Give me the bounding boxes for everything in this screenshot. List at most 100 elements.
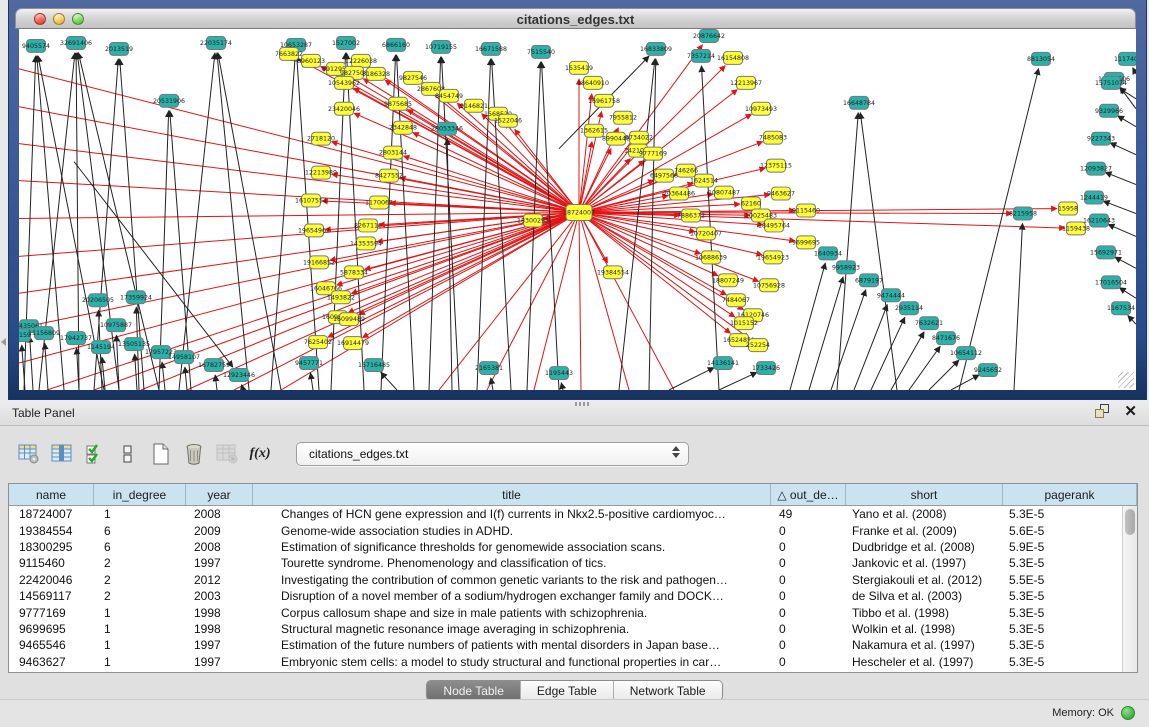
graph-edge[interactable] <box>359 212 579 314</box>
vertical-scrollbar[interactable] <box>1122 506 1137 672</box>
graph-node[interactable]: 1362615 <box>580 124 608 137</box>
table-settings-icon[interactable] <box>14 440 44 468</box>
column-header[interactable]: pagerank <box>1003 484 1137 505</box>
graph-node[interactable]: 7357214 <box>687 49 715 62</box>
graph-node[interactable]: 9329966 <box>1095 104 1123 117</box>
graph-node[interactable]: 15692971 <box>1090 246 1122 259</box>
graph-edge[interactable] <box>218 53 281 390</box>
graph-node[interactable]: 16107554 <box>295 194 327 207</box>
graph-node[interactable]: 1145194 <box>87 341 115 354</box>
graph-node[interactable]: 19166852 <box>303 256 335 269</box>
column-header[interactable]: in_degree <box>94 484 186 505</box>
graph-edge[interactable] <box>790 263 825 390</box>
graph-edge[interactable] <box>871 317 905 390</box>
graph-node[interactable]: 6879197 <box>855 274 883 287</box>
graph-node[interactable]: 62160 <box>741 197 761 210</box>
graph-edge[interactable] <box>831 290 866 390</box>
graph-node[interactable]: 1624514 <box>690 174 718 187</box>
graph-edge[interactable] <box>1103 201 1136 213</box>
graph-edge[interactable] <box>179 53 215 390</box>
graph-node[interactable]: 7484067 <box>722 294 750 307</box>
graph-node[interactable]: 9457771 <box>295 357 323 370</box>
graph-node[interactable]: 12923446 <box>223 369 255 382</box>
graph-node[interactable]: 10719155 <box>425 40 457 53</box>
graph-node[interactable]: 8215958 <box>1009 207 1037 220</box>
graph-node[interactable]: 9146821 <box>460 99 488 112</box>
graph-edge[interactable] <box>860 113 897 390</box>
graph-node[interactable]: 8813054 <box>1027 52 1055 65</box>
graph-node[interactable]: 22035174 <box>200 36 232 49</box>
column-header[interactable]: title <box>253 484 771 505</box>
graph-node[interactable]: 7632621 <box>915 317 943 330</box>
graph-node[interactable]: 14136141 <box>707 357 739 370</box>
graph-node[interactable]: 1535419 <box>565 61 593 74</box>
graph-node[interactable]: 9405574 <box>22 39 50 52</box>
graph-node[interactable]: 7625402 <box>304 336 332 349</box>
graph-edge[interactable] <box>78 53 159 390</box>
float-panel-icon[interactable] <box>1095 404 1110 419</box>
graph-node[interactable]: 1015152 <box>730 317 758 330</box>
close-panel-icon[interactable]: ✕ <box>1124 404 1137 419</box>
network-view-window[interactable]: citations_edges.txt 18724007940557432691… <box>8 0 1147 400</box>
graph-edge[interactable] <box>719 372 757 390</box>
graph-node[interactable]: 32691406 <box>60 36 92 49</box>
select-columns-icon[interactable] <box>47 440 77 468</box>
graph-node[interactable]: 1167534 <box>1107 302 1135 315</box>
graph-edge[interactable] <box>1118 116 1136 127</box>
graph-edge[interactable] <box>1014 223 1022 390</box>
graph-node[interactable]: 20531906 <box>153 94 185 107</box>
graph-node[interactable]: 1527002 <box>332 36 360 49</box>
graph-node[interactable]: 5878334 <box>340 266 368 279</box>
graph-node[interactable]: 2013519 <box>105 42 133 55</box>
tab-node-table[interactable]: Node Table <box>427 681 521 700</box>
canvas-resize-grip[interactable] <box>1118 372 1134 388</box>
graph-node[interactable]: 16648784 <box>843 96 875 109</box>
table-row[interactable]: 1830029562008Estimation of significance … <box>9 539 1122 555</box>
graph-edge[interactable] <box>837 113 858 390</box>
column-header[interactable]: short <box>846 484 1003 505</box>
graph-node[interactable]: 8427552 <box>375 169 403 182</box>
graph-node[interactable]: 1117404 <box>1114 52 1136 65</box>
table-row[interactable]: 2242004622012Investigating the contribut… <box>9 572 1122 588</box>
graph-edge[interactable] <box>579 212 581 390</box>
graph-node[interactable]: 14353594 <box>350 237 382 250</box>
graph-node[interactable]: 16671588 <box>475 42 507 55</box>
graph-node[interactable]: 6497568 <box>650 169 678 182</box>
graph-node[interactable]: 1195443 <box>545 367 573 380</box>
graph-edge[interactable] <box>1110 143 1136 155</box>
graph-node[interactable]: 1522046 <box>494 114 522 127</box>
graph-node[interactable]: 12213989 <box>305 166 337 179</box>
row-height-icon[interactable] <box>113 440 143 468</box>
graph-node[interactable]: 19384554 <box>597 266 629 279</box>
scrollbar-thumb[interactable] <box>1125 509 1135 535</box>
graph-edge[interactable] <box>381 372 397 390</box>
graph-edge[interactable] <box>561 383 563 390</box>
table-row[interactable]: 977716911998Corpus callosum shape and si… <box>9 604 1122 620</box>
graph-edge[interactable] <box>669 368 714 390</box>
graph-node[interactable]: 9699695 <box>792 236 820 249</box>
graph-node[interactable]: 18807249 <box>712 274 744 287</box>
graph-edge[interactable] <box>929 360 959 390</box>
graph-node[interactable]: 2803144 <box>379 146 407 159</box>
graph-edge[interactable] <box>959 69 1039 390</box>
graph-node[interactable]: 7485083 <box>759 131 787 144</box>
graph-node[interactable]: 16154808 <box>717 51 749 64</box>
graph-node[interactable]: 15958 <box>1058 202 1078 215</box>
graph-edge[interactable] <box>1119 288 1136 299</box>
graph-edge[interactable] <box>951 375 979 390</box>
graph-edge[interactable] <box>271 55 295 390</box>
graph-node[interactable]: 17016504 <box>1095 276 1127 289</box>
new-table-icon[interactable] <box>146 440 176 468</box>
table-row[interactable]: 1938455462009Genome-wide association stu… <box>9 522 1122 538</box>
table-row[interactable]: 946554611997Estimation of the future num… <box>9 637 1122 653</box>
memory-status-indicator[interactable] <box>1121 706 1135 720</box>
tab-edge-table[interactable]: Edge Table <box>521 681 614 700</box>
select-rows-icon[interactable] <box>80 440 110 468</box>
graph-node[interactable]: 10975887 <box>100 319 132 332</box>
graph-node[interactable]: 19654923 <box>757 251 789 264</box>
graph-node[interactable]: 9115460 <box>792 204 820 217</box>
graph-edge[interactable] <box>185 367 187 390</box>
table-row[interactable]: 1456911722003Disruption of a novel membe… <box>9 588 1122 604</box>
graph-edge[interactable] <box>310 373 313 390</box>
graph-node[interactable]: 1493822 <box>327 291 355 304</box>
